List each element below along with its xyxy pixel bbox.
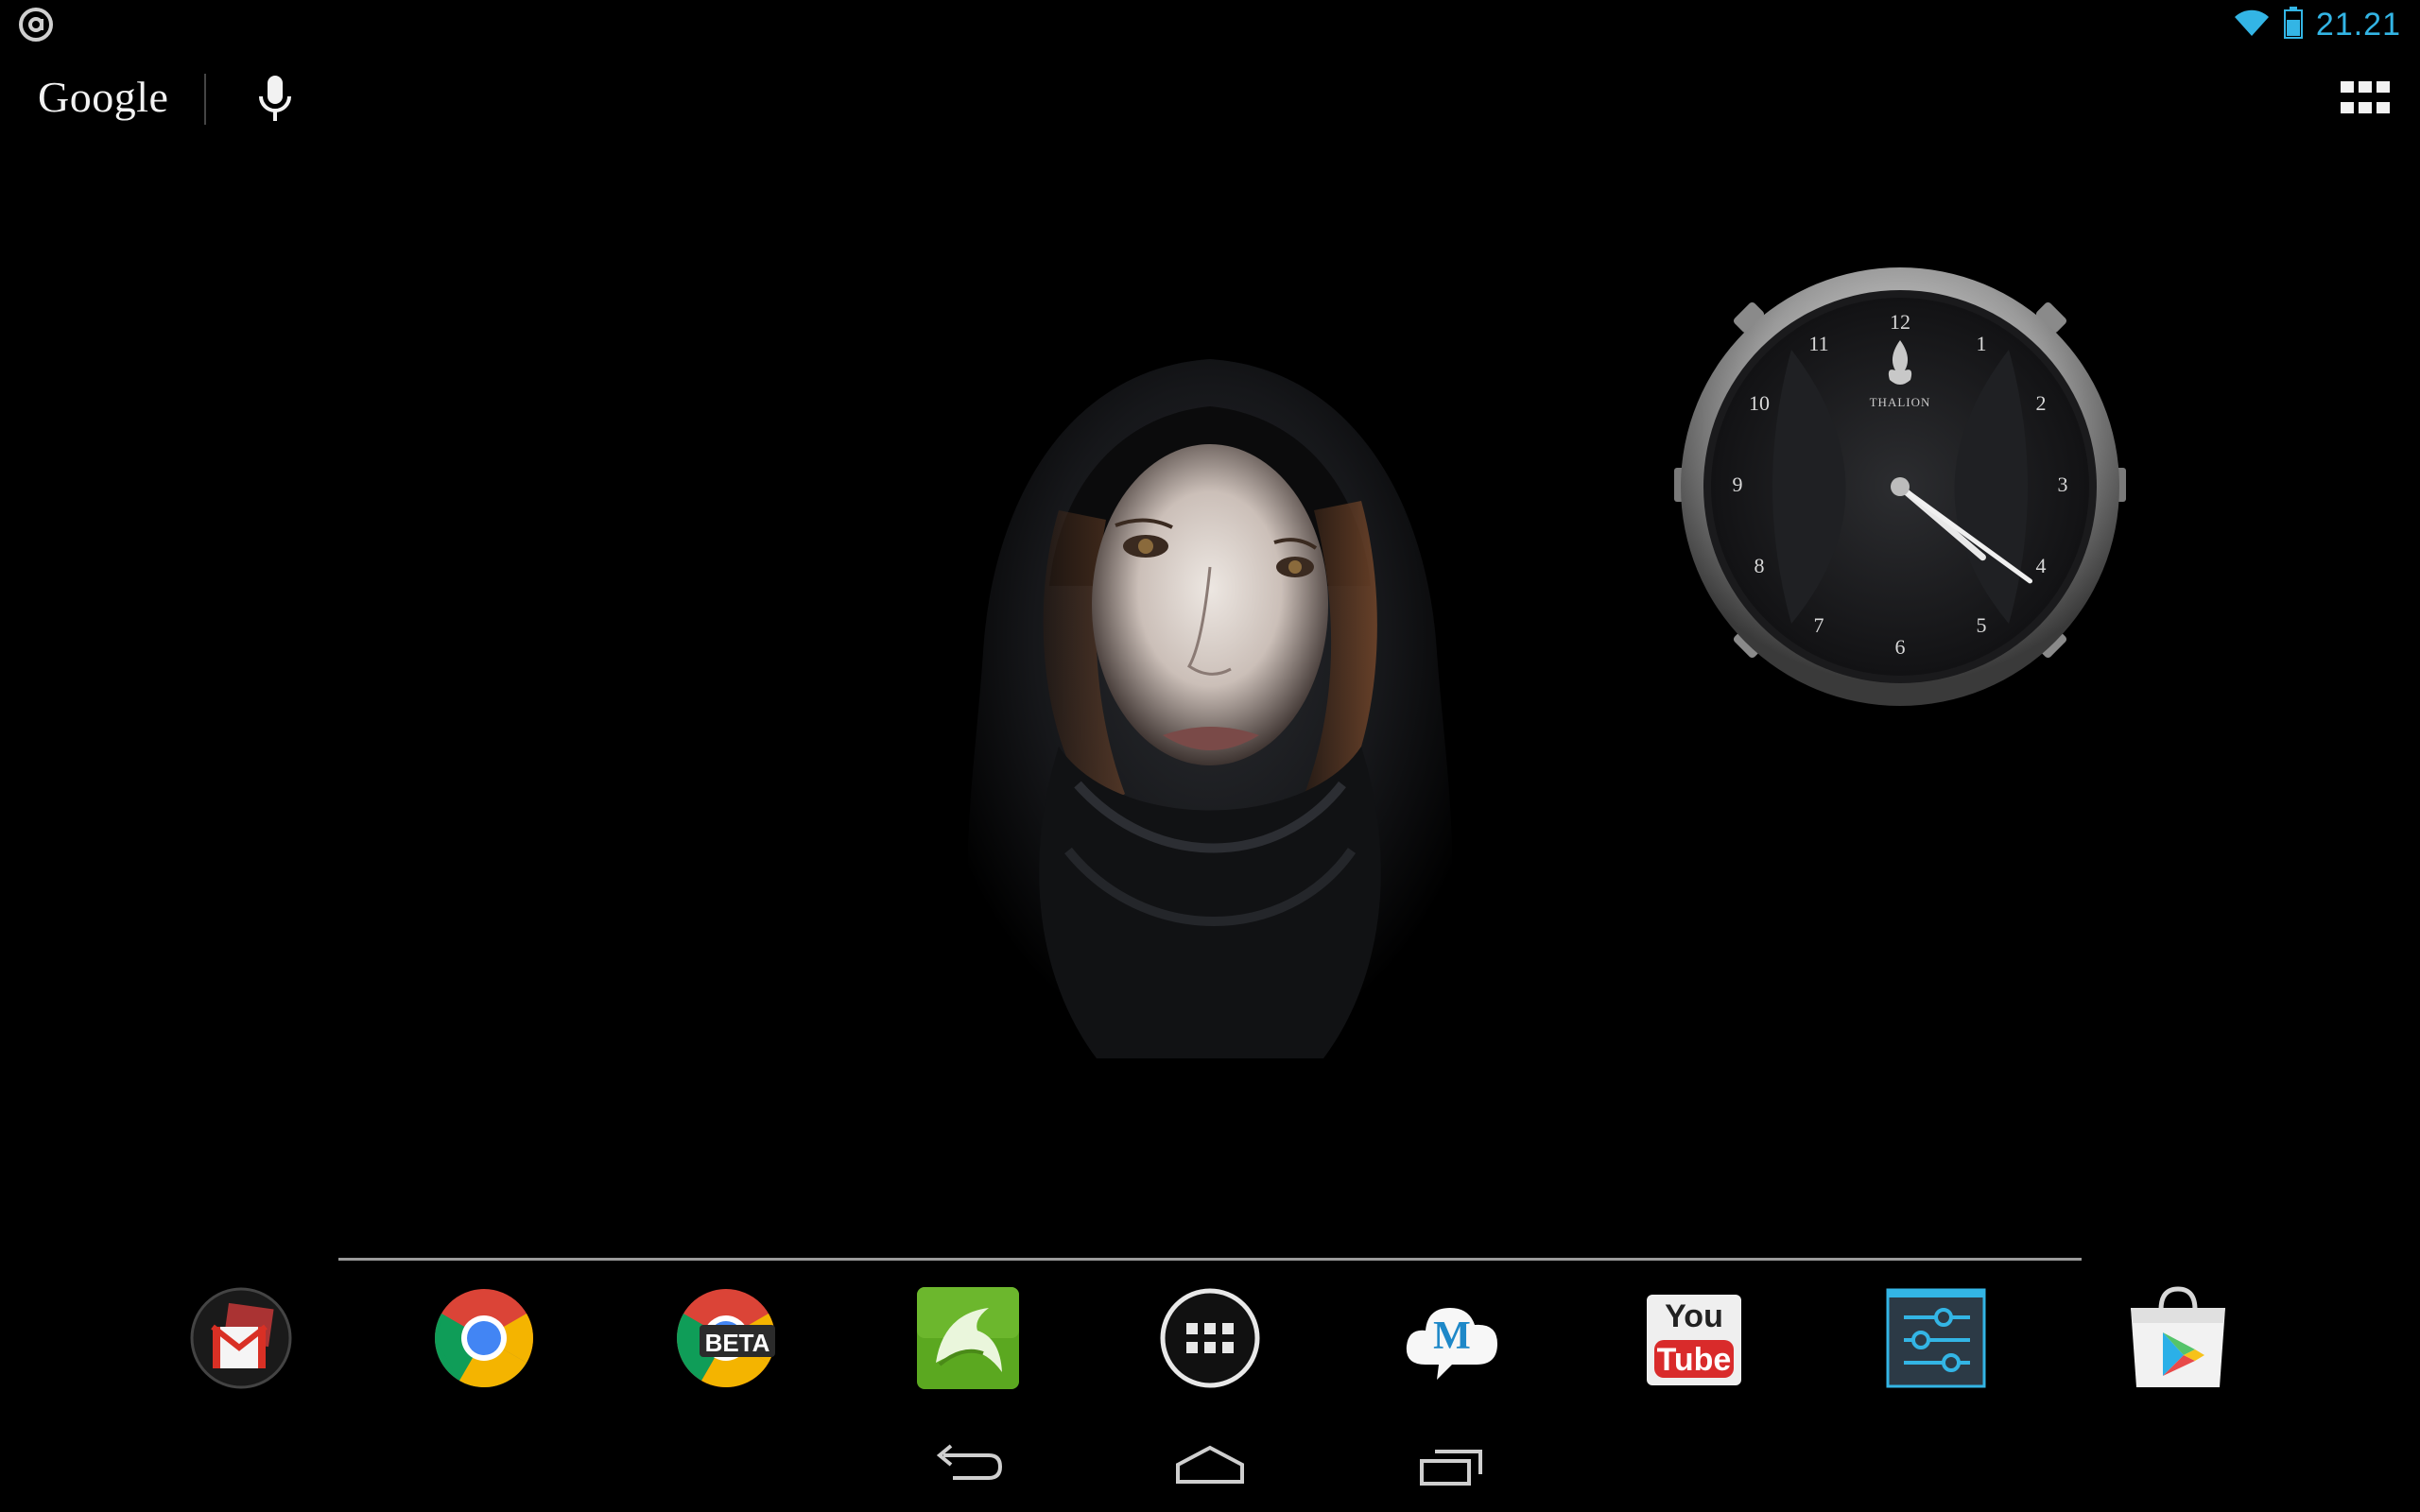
analog-clock-widget[interactable]: THALION 12 1 2 3 4 5 6 7 8 9 10 11 (1668, 255, 2132, 718)
recent-apps-icon[interactable] (1414, 1442, 1490, 1489)
chrome-icon[interactable] (431, 1285, 537, 1391)
m-cloud-icon[interactable]: M (1399, 1285, 1505, 1391)
clock-numeral-1: 1 (1977, 332, 1987, 355)
clock-numeral-11: 11 (1808, 332, 1828, 355)
clock-numeral-2: 2 (2035, 391, 2046, 415)
clock-numeral-6: 6 (1895, 635, 1906, 659)
search-divider (204, 74, 206, 125)
gmail-icon[interactable] (188, 1285, 294, 1391)
youtube-icon[interactable]: You Tube (1641, 1285, 1747, 1391)
google-logo[interactable]: Google (38, 72, 168, 122)
youtube-text-top: You (1665, 1298, 1723, 1334)
app-drawer-icon[interactable] (1157, 1285, 1263, 1391)
wallpaper-hooded-woman (889, 340, 1531, 1077)
clock-numeral-3: 3 (2058, 472, 2068, 496)
status-tray: 21.21 (2233, 4, 2401, 45)
play-store-icon[interactable] (2125, 1285, 2231, 1391)
beta-badge: BETA (704, 1329, 770, 1357)
dock: BETA M You Tube (0, 1285, 2420, 1399)
google-search-bar[interactable]: Google (0, 66, 378, 132)
settings-icon[interactable] (1883, 1285, 1989, 1391)
clock-numeral-7: 7 (1814, 613, 1824, 637)
mic-icon[interactable] (253, 72, 297, 129)
clock-numeral-12: 12 (1890, 310, 1910, 334)
home-icon[interactable] (1172, 1442, 1248, 1489)
chrome-beta-icon[interactable]: BETA (673, 1285, 779, 1391)
clock-numeral-9: 9 (1733, 472, 1743, 496)
m-cloud-letter: M (1433, 1314, 1471, 1358)
status-bar: 21.21 (0, 0, 2420, 47)
clock-numeral-10: 10 (1749, 391, 1770, 415)
navigation-bar (0, 1427, 2420, 1512)
youtube-text-bottom: Tube (1656, 1342, 1732, 1378)
apps-grid-icon[interactable] (2339, 77, 2392, 119)
clock-numeral-8: 8 (1754, 554, 1765, 577)
status-time: 21.21 (2315, 6, 2401, 43)
battery-icon (2283, 6, 2303, 43)
dolphin-icon[interactable] (915, 1285, 1021, 1391)
back-icon[interactable] (930, 1442, 1006, 1489)
dock-divider (338, 1258, 2082, 1261)
notification-icon[interactable] (19, 8, 53, 42)
clock-brand: THALION (1870, 395, 1931, 409)
wifi-icon (2233, 8, 2271, 43)
clock-numeral-5: 5 (1977, 613, 1987, 637)
clock-numeral-4: 4 (2035, 554, 2046, 577)
